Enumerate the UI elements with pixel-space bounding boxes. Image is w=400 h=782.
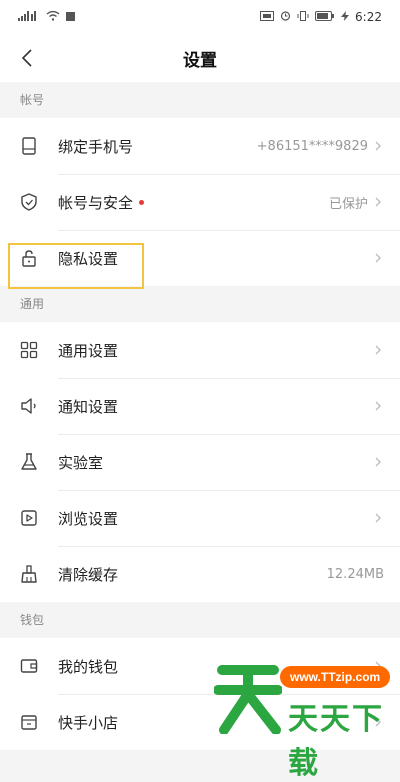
row-label: 通知设置: [58, 397, 119, 416]
status-bar: 6:22: [0, 0, 400, 34]
wallet-icon: [0, 656, 58, 676]
chevron-right-icon: [375, 253, 381, 263]
signal-icon: [18, 10, 40, 24]
row-label: 通用设置: [58, 341, 119, 360]
section-header-general: 通用: [0, 286, 400, 322]
row-value: 已保护: [328, 196, 368, 212]
row-value: +86151****9829: [256, 138, 368, 154]
hd-icon: [260, 10, 275, 24]
row-label: 实验室: [58, 453, 104, 472]
row-notification-settings[interactable]: 通知设置: [0, 378, 400, 434]
shop-icon: [0, 712, 58, 732]
row-lab[interactable]: 实验室: [0, 434, 400, 490]
row-label: 隐私设置: [58, 249, 119, 268]
vibrate-icon: [297, 10, 309, 24]
row-bind-phone[interactable]: 绑定手机号 +86151****9829: [0, 118, 400, 174]
watermark-text: 天天下载: [288, 702, 384, 781]
flask-icon: [0, 452, 58, 472]
phone-icon: [0, 136, 58, 156]
row-general-settings[interactable]: 通用设置: [0, 322, 400, 378]
row-label: 清除缓存: [58, 565, 119, 584]
watermark: www.TTzip.com 天天下载: [214, 660, 392, 781]
lock-icon: [0, 248, 58, 268]
cache-size-value: 12.24MB: [326, 566, 384, 582]
red-dot-badge: [139, 199, 145, 205]
battery-icon: [315, 10, 335, 24]
chevron-right-icon: [375, 513, 381, 523]
status-time: 6:22: [355, 10, 382, 24]
row-clear-cache[interactable]: 清除缓存 12.24MB: [0, 546, 400, 602]
row-label: 我的钱包: [58, 657, 119, 676]
row-privacy-settings[interactable]: 隐私设置: [0, 230, 400, 286]
play-icon: [0, 508, 58, 528]
grid-icon: [0, 340, 58, 360]
shield-icon: [0, 192, 58, 212]
watermark-logo: [214, 665, 282, 734]
section-header-account: 帐号: [0, 82, 400, 118]
speaker-icon: [0, 396, 58, 416]
chevron-right-icon: [375, 345, 381, 355]
status-right: 6:22: [260, 10, 382, 24]
broom-icon: [0, 564, 58, 584]
row-label: 绑定手机号: [58, 137, 134, 156]
back-button[interactable]: [14, 44, 42, 72]
chevron-right-icon: [375, 457, 381, 467]
charging-icon: [341, 10, 350, 24]
row-label: 浏览设置: [58, 509, 119, 528]
notification-icon: [66, 11, 75, 24]
row-account-security[interactable]: 帐号与安全 已保护: [0, 174, 400, 230]
row-label: 帐号与安全: [58, 193, 134, 212]
nav-bar: 设置: [0, 34, 400, 82]
section-header-wallet: 钱包: [0, 602, 400, 638]
status-left: [18, 10, 75, 24]
chevron-right-icon: [375, 141, 381, 151]
watermark-site: www.TTzip.com: [280, 666, 391, 688]
wifi-icon: [46, 10, 60, 24]
row-browse-settings[interactable]: 浏览设置: [0, 490, 400, 546]
chevron-right-icon: [375, 401, 381, 411]
page-title: 设置: [183, 50, 217, 71]
alarm-icon: [280, 10, 291, 24]
chevron-left-icon: [21, 49, 32, 67]
row-label: 快手小店: [58, 713, 119, 732]
chevron-right-icon: [375, 197, 381, 207]
